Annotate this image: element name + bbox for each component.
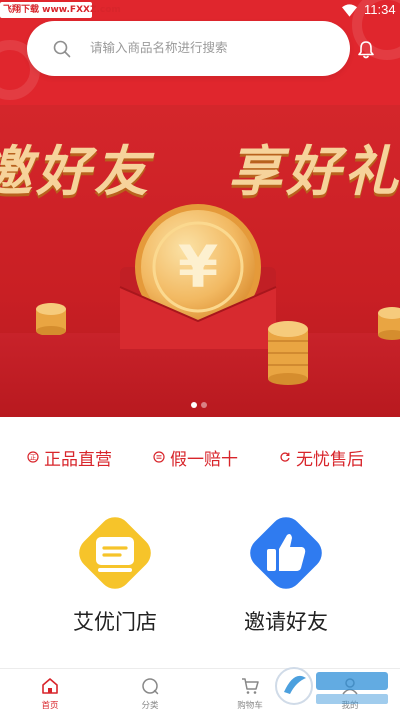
- compensation-icon: [153, 451, 165, 463]
- coin-stack-right: [268, 321, 308, 385]
- guarantee-label: 假一赔十: [170, 449, 238, 470]
- nav-item-home[interactable]: 首页: [20, 669, 80, 711]
- feature-label: 艾优门店: [73, 610, 157, 634]
- banner-pagination: [188, 402, 212, 410]
- coin-stack-left: [36, 303, 66, 335]
- search-icon: [53, 40, 71, 58]
- home-icon: [42, 678, 58, 694]
- coin-stack-edge: [378, 307, 400, 340]
- feature-invite[interactable]: 邀请好友: [221, 510, 351, 640]
- nav-item-category[interactable]: 分类: [120, 669, 180, 711]
- genuine-icon: 正: [27, 451, 39, 463]
- guarantee-label: 无忧售后: [296, 449, 364, 470]
- feature-label: 邀请好友: [244, 610, 328, 634]
- clock: 11:34: [364, 2, 396, 17]
- wifi-icon: [342, 4, 357, 17]
- bell-icon[interactable]: [357, 40, 375, 59]
- guarantee-label: 正品直营: [44, 449, 112, 470]
- red-envelope-illustration: ¥: [119, 204, 277, 349]
- feature-store[interactable]: 艾优门店: [50, 510, 180, 640]
- watermark-logo: [275, 667, 388, 705]
- status-bar: 飞翔下载 www.FXXZ.com 11:34: [0, 0, 400, 22]
- after-sales-icon: [280, 452, 290, 462]
- banner-dot-active[interactable]: [191, 402, 197, 408]
- category-icon: [142, 678, 159, 695]
- svg-text:¥: ¥: [178, 233, 218, 301]
- store-icon: [79, 517, 151, 589]
- svg-text:正: 正: [30, 454, 37, 462]
- cart-icon: [242, 678, 259, 694]
- guarantee-compensation: 假一赔十: [153, 445, 238, 470]
- nav-item-cart[interactable]: 购物车: [220, 669, 280, 711]
- promo-banner[interactable]: 邀好友 享好礼 ¥: [0, 105, 400, 417]
- nav-label: 购物车: [237, 701, 263, 711]
- site-watermark: 飞翔下载 www.FXXZ.com: [0, 2, 121, 18]
- thumbs-up-icon: [250, 517, 322, 589]
- guarantee-genuine: 正 正品直营: [27, 445, 112, 470]
- guarantee-after-sales: 无忧售后: [279, 445, 364, 470]
- nav-label: 首页: [41, 701, 59, 711]
- banner-dot[interactable]: [201, 402, 207, 408]
- search-placeholder: 请输入商品名称进行搜索: [90, 40, 228, 55]
- nav-label: 分类: [141, 701, 159, 711]
